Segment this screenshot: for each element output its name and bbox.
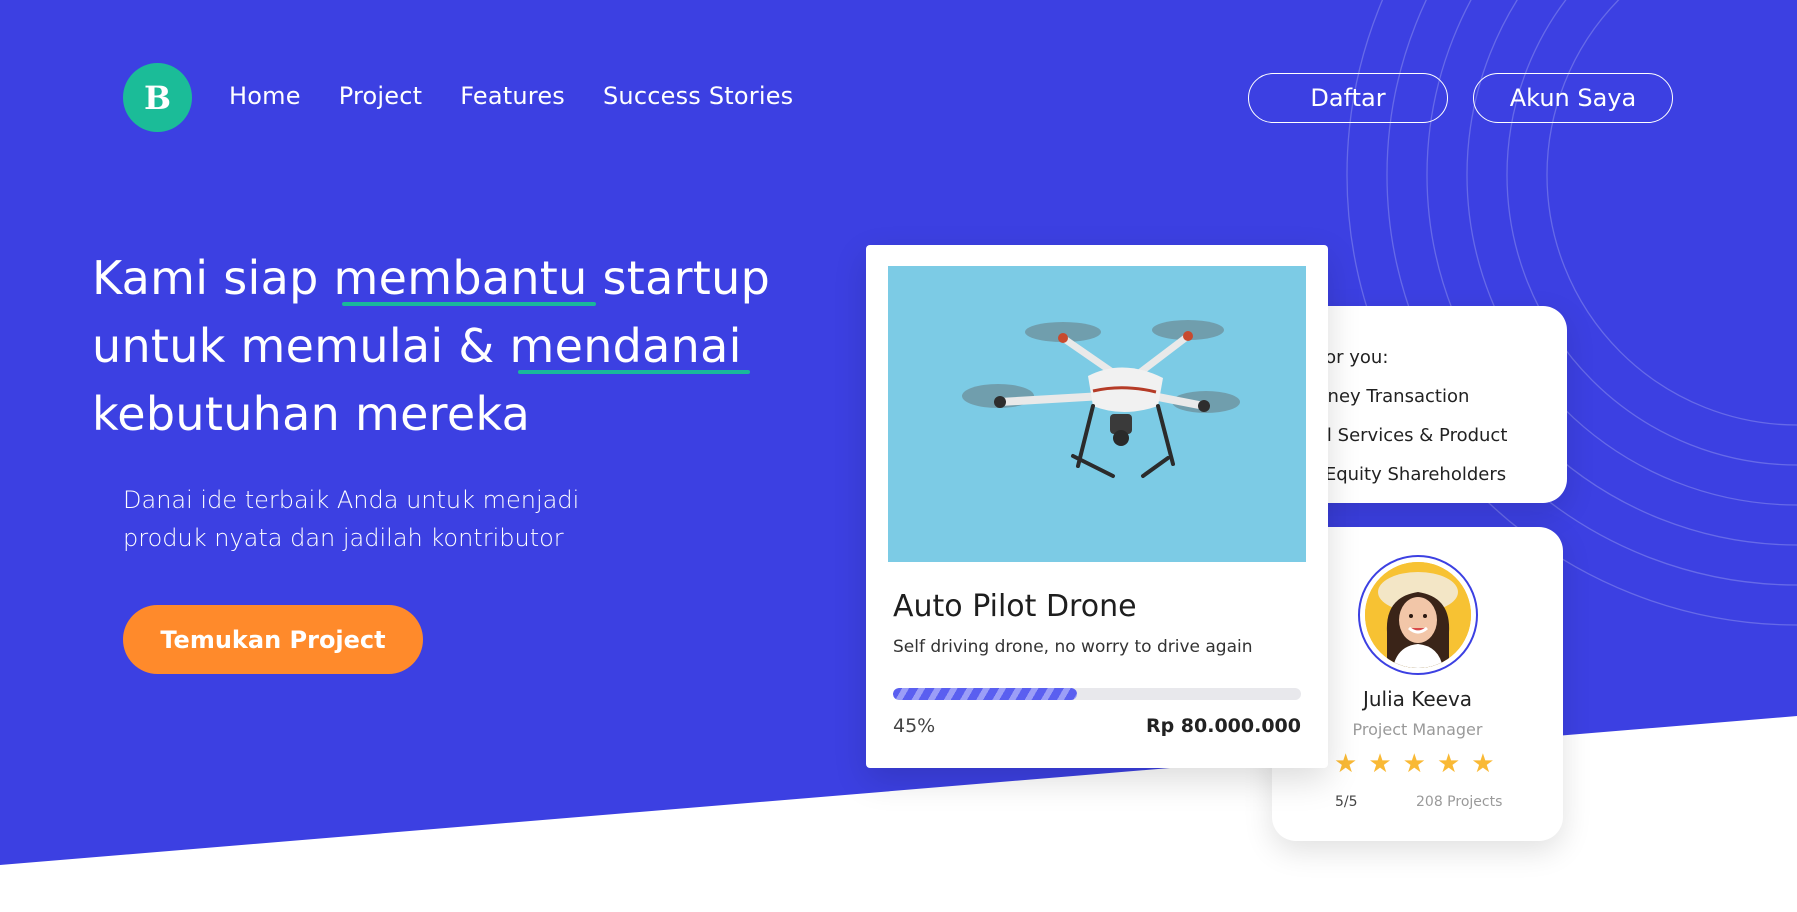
star-icon: ★: [1402, 749, 1426, 779]
headline-line-2: untuk memulai & mendanai: [92, 312, 812, 380]
project-description: Self driving drone, no worry to drive ag…: [893, 637, 1253, 657]
funding-progress-bar: [893, 688, 1301, 700]
landing-page: B Home Project Features Success Stories …: [0, 0, 1797, 912]
account-button[interactable]: Akun Saya: [1473, 73, 1673, 123]
hero-headline: Kami siap membantu startup untuk memulai…: [92, 244, 812, 448]
nav-home[interactable]: Home: [229, 82, 301, 110]
star-icon: ★: [1471, 749, 1495, 779]
drone-image: [888, 266, 1306, 562]
star-icon: ★: [1368, 749, 1392, 779]
subtitle-line-1: Danai ide terbaik Anda untuk menjadi: [123, 486, 580, 514]
hero-subtitle: Danai ide terbaik Anda untuk menjadi pro…: [123, 481, 643, 557]
funding-progress-fill: [893, 688, 1077, 700]
subtitle-line-2: produk nyata dan jadilah kontributor: [123, 524, 564, 552]
rating-stars: ★ ★ ★ ★ ★: [1334, 749, 1495, 779]
benefits-title: it for you:: [1301, 347, 1389, 368]
headline-line-1: Kami siap membantu startup: [92, 244, 812, 312]
avatar: [1365, 562, 1471, 668]
brand-logo[interactable]: B: [123, 63, 192, 132]
benefit-item: te Equity Shareholders: [1301, 464, 1507, 485]
benefit-item: Money Transaction: [1301, 386, 1470, 407]
benefits-list: it for you: Money Transaction cial Servi…: [1301, 338, 1507, 494]
headline-line-3: kebutuhan mereka: [92, 387, 531, 441]
profile-projects-count: 208 Projects: [1416, 794, 1503, 810]
headline-highlight-membantu: membantu: [334, 244, 596, 312]
headline-text: untuk memulai &: [92, 319, 510, 373]
avatar-ring: [1358, 555, 1478, 675]
project-title: Auto Pilot Drone: [893, 589, 1137, 624]
nav-features[interactable]: Features: [460, 82, 565, 110]
project-card[interactable]: Auto Pilot Drone Self driving drone, no …: [866, 245, 1328, 768]
headline-text: startup: [587, 251, 771, 305]
benefit-item: cial Services & Product: [1301, 425, 1508, 446]
funding-amount: Rp 80.000.000: [1145, 715, 1301, 737]
nav-success-stories[interactable]: Success Stories: [603, 82, 793, 110]
avatar-photo: [1365, 562, 1471, 668]
nav-project[interactable]: Project: [339, 82, 423, 110]
register-button[interactable]: Daftar: [1248, 73, 1448, 123]
headline-text: Kami siap: [92, 251, 334, 305]
main-nav: Home Project Features Success Stories: [229, 82, 793, 110]
star-icon: ★: [1334, 749, 1358, 779]
headline-highlight-mendanai: mendanai: [510, 312, 750, 380]
star-icon: ★: [1436, 749, 1461, 779]
funding-percentage: 45%: [893, 715, 936, 737]
project-image: [888, 266, 1306, 562]
profile-rating: 5/5: [1335, 794, 1358, 810]
find-project-button[interactable]: Temukan Project: [123, 605, 423, 674]
